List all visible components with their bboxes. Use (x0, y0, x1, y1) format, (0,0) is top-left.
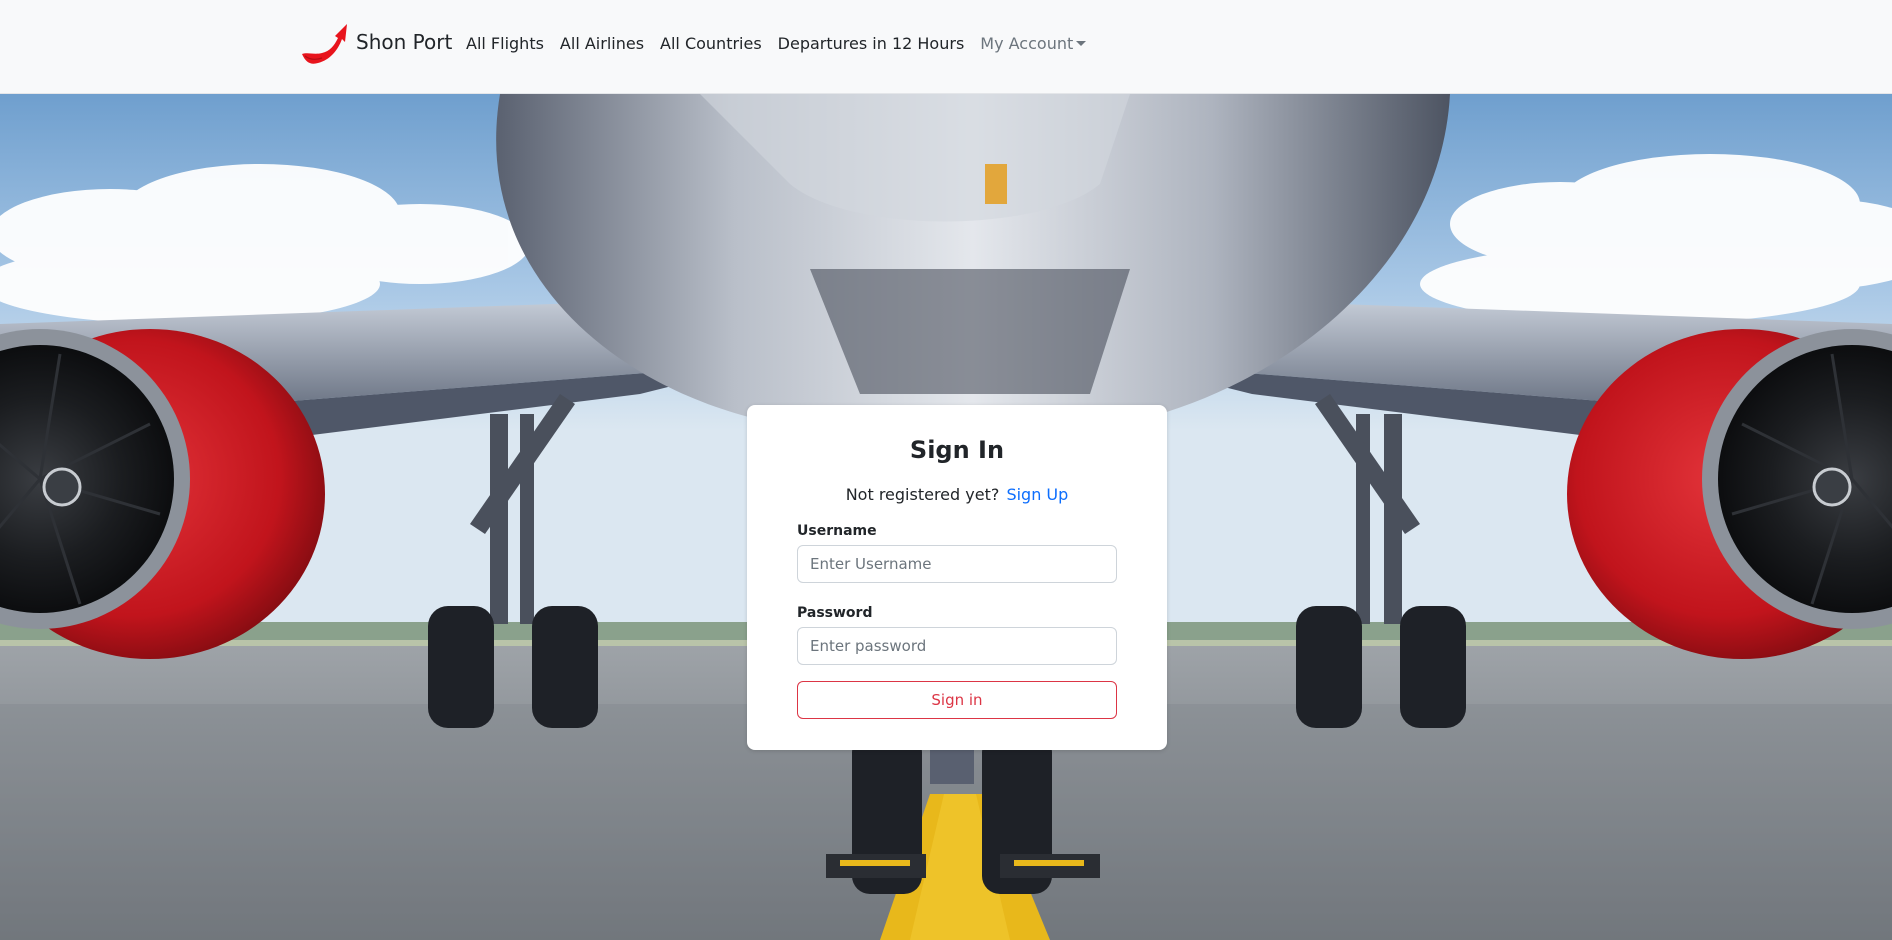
nav-all-flights[interactable]: All Flights (466, 32, 552, 56)
username-label: Username (797, 523, 877, 539)
my-account-dropdown[interactable]: My Account (972, 32, 1094, 56)
nav-all-airlines[interactable]: All Airlines (552, 32, 652, 56)
brand-name: Shon Port (356, 30, 453, 54)
main-nav: All Flights All Airlines All Countries D… (466, 32, 1094, 56)
signin-title: Sign In (909, 436, 1005, 464)
register-prompt-line: Not registered yet? Sign Up (797, 483, 1117, 507)
nav-all-countries[interactable]: All Countries (652, 32, 770, 56)
signin-button[interactable]: Sign in (797, 681, 1117, 719)
username-input[interactable] (797, 545, 1117, 583)
register-prompt-text: Not registered yet? (845, 485, 1000, 504)
plane-swoosh-logo-icon (302, 24, 347, 64)
page: Shon Port All Flights All Airlines All C… (0, 0, 1892, 940)
top-navbar: Shon Port All Flights All Airlines All C… (0, 0, 1892, 94)
nav-departures-12h[interactable]: Departures in 12 Hours (770, 32, 973, 56)
my-account-label: My Account (980, 34, 1074, 53)
password-input[interactable] (797, 627, 1117, 665)
caret-down-icon (1076, 41, 1087, 46)
signin-card: Sign In Not registered yet? Sign Up User… (747, 405, 1167, 750)
signup-link[interactable]: Sign Up (1006, 485, 1068, 504)
brand-link[interactable]: Shon Port (300, 22, 452, 70)
password-label: Password (797, 605, 873, 621)
